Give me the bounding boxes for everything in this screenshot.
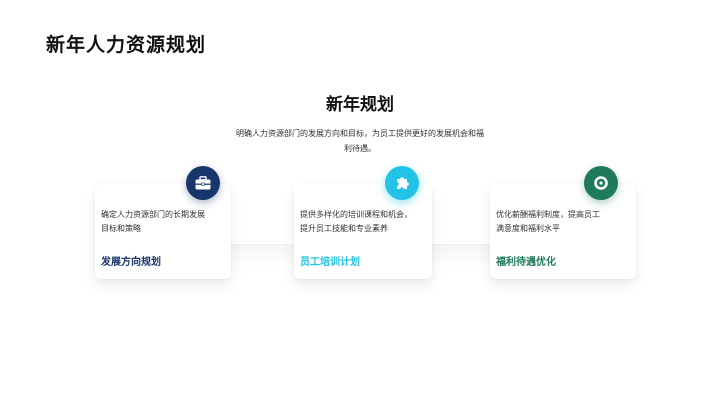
card-benefits: 优化薪酬福利制度，提高员工 满意度和福利水平 福利待遇优化	[490, 184, 636, 279]
card-description-line-2: 提升员工技能和专业素养	[300, 224, 388, 233]
card-description-line-1: 确定人力资源部门的长期发展	[101, 210, 205, 219]
card-training: 提供多样化的培训课程和机会， 提升员工技能和专业素养 员工培训计划	[294, 184, 432, 279]
card-description-line-2: 目标和策略	[101, 224, 141, 233]
puzzle-icon	[385, 166, 419, 200]
connector-left	[231, 244, 294, 269]
section-heading: 新年规划	[326, 95, 394, 115]
briefcase-icon	[186, 166, 220, 200]
card-description: 优化薪酬福利制度，提高员工 满意度和福利水平	[496, 208, 630, 236]
card-label: 福利待遇优化	[496, 257, 556, 268]
intro-line-1: 明确人力资源部门的发展方向和目标，为员工提供更好的发展机会和福	[236, 129, 484, 138]
card-description-line-1: 优化薪酬福利制度，提高员工	[496, 210, 600, 219]
card-development: 确定人力资源部门的长期发展 目标和策略 发展方向规划	[95, 184, 231, 279]
intro-line-2: 利待遇。	[344, 144, 376, 153]
card-description: 确定人力资源部门的长期发展 目标和策略	[101, 208, 225, 236]
card-description-line-2: 满意度和福利水平	[496, 224, 560, 233]
card-label: 发展方向规划	[101, 257, 161, 268]
intro-text: 明确人力资源部门的发展方向和目标，为员工提供更好的发展机会和福 利待遇。	[226, 126, 494, 156]
card-label: 员工培训计划	[300, 257, 360, 268]
card-description: 提供多样化的培训课程和机会， 提升员工技能和专业素养	[300, 208, 426, 236]
card-description-line-1: 提供多样化的培训课程和机会，	[300, 210, 412, 219]
connector-right	[432, 244, 490, 269]
ring-icon	[584, 166, 618, 200]
slide-title: 新年人力资源规划	[46, 34, 207, 56]
